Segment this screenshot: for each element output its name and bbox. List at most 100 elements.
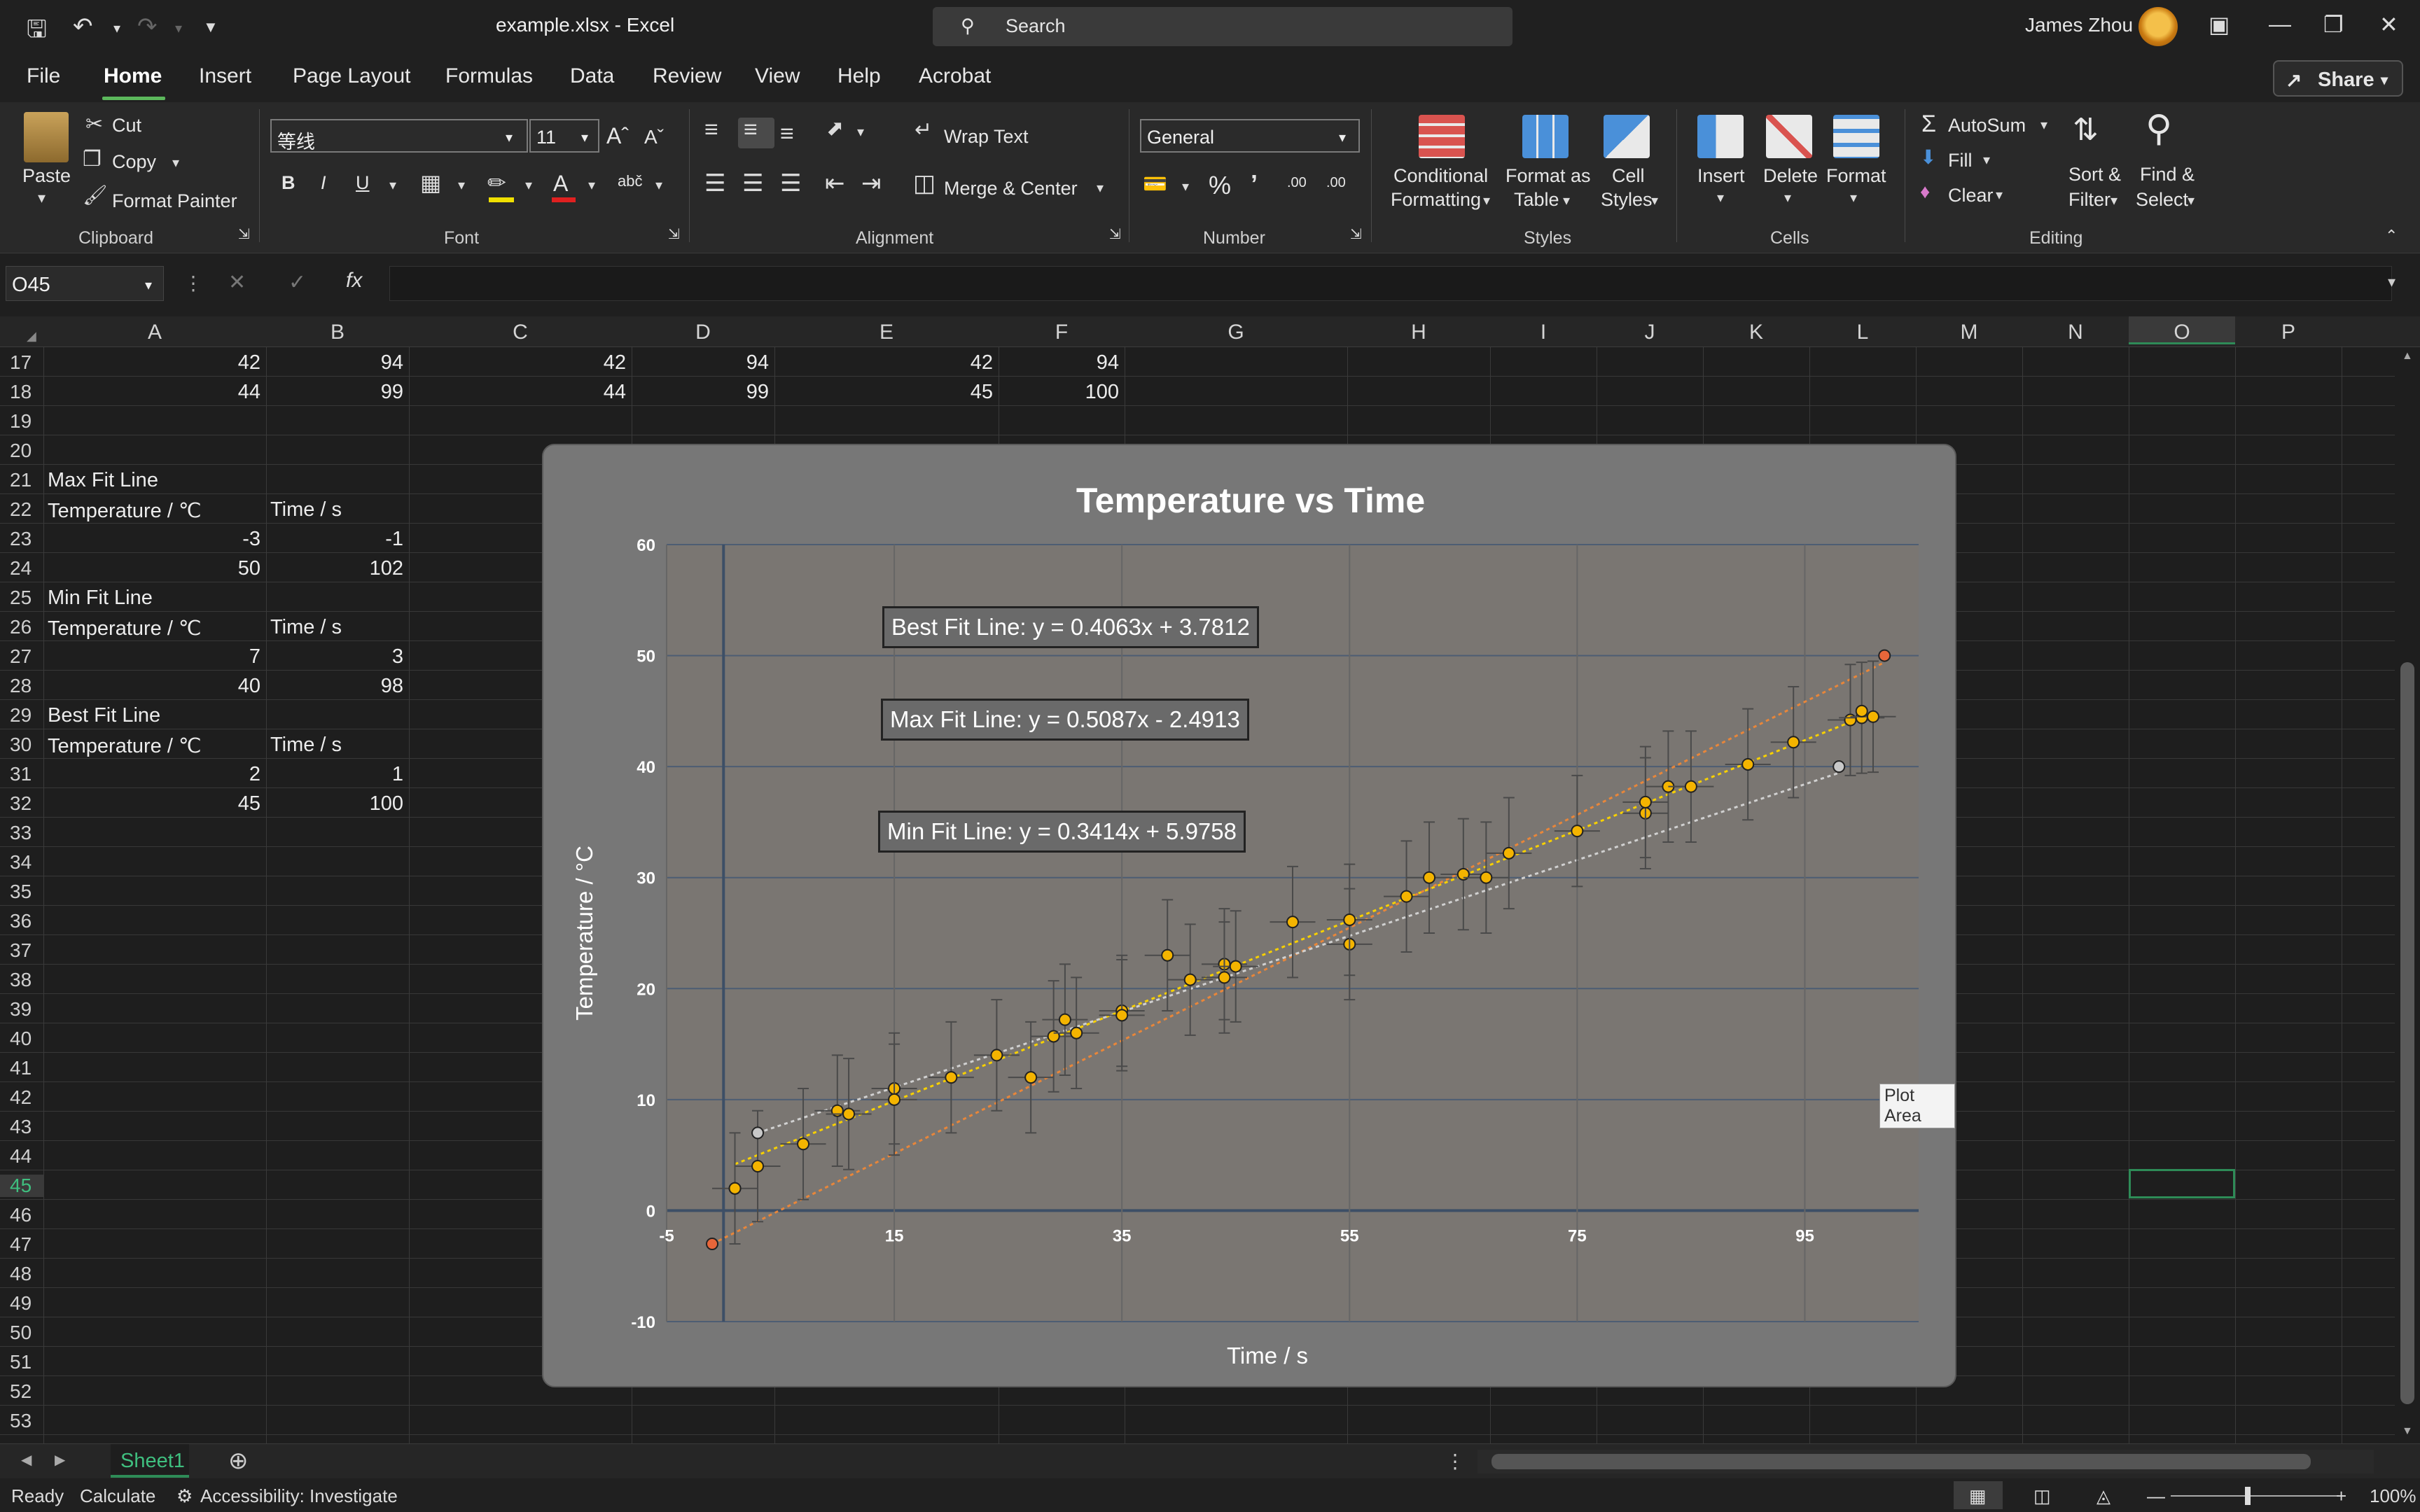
data-point[interactable] xyxy=(1115,1009,1129,1022)
row-header[interactable]: 26 xyxy=(0,616,43,638)
tab-formulas[interactable]: Formulas xyxy=(445,64,533,88)
cell-b24[interactable]: 102 xyxy=(280,557,403,580)
data-point[interactable] xyxy=(842,1107,856,1121)
accessibility-status[interactable]: Accessibility: Investigate xyxy=(200,1485,398,1507)
chevron-down-icon[interactable]: ▾ xyxy=(1483,192,1490,209)
data-point[interactable] xyxy=(1400,890,1413,903)
delete-cells-icon[interactable] xyxy=(1766,115,1812,158)
italic-icon[interactable]: I xyxy=(321,172,326,194)
search-box[interactable]: ⚲ Search xyxy=(933,7,1512,46)
data-point[interactable] xyxy=(1502,846,1515,860)
format-as-table-button[interactable]: Format as xyxy=(1505,165,1591,187)
row-header[interactable]: 37 xyxy=(0,939,43,962)
cell-b22[interactable]: Time / s xyxy=(270,498,342,522)
row-header[interactable]: 30 xyxy=(0,734,43,756)
best-fit-equation-label[interactable]: Best Fit Line: y = 0.4063x + 3.7812 xyxy=(882,606,1259,648)
copy-dropdown-icon[interactable]: ▾ xyxy=(172,154,179,172)
select-all-icon[interactable]: ◢ xyxy=(27,329,36,344)
name-box[interactable]: O45 ▾ xyxy=(6,266,164,301)
merge-center-icon[interactable]: ◫ xyxy=(913,169,936,197)
decrease-indent-icon[interactable]: ⇤ xyxy=(825,169,845,197)
data-point[interactable] xyxy=(1571,825,1584,838)
cell-e17[interactable]: 42 xyxy=(868,351,993,374)
column-header-o[interactable]: O xyxy=(2129,316,2235,344)
conditional-formatting-button[interactable]: Conditional xyxy=(1393,165,1488,187)
row-header[interactable]: 48 xyxy=(0,1263,43,1285)
zoom-slider[interactable] xyxy=(2171,1495,2339,1497)
tab-insert[interactable]: Insert xyxy=(199,64,251,88)
data-point[interactable] xyxy=(1423,871,1436,884)
delete-button[interactable]: Delete xyxy=(1763,165,1818,187)
cell-a24[interactable]: 50 xyxy=(140,557,260,580)
cell-f18[interactable]: 100 xyxy=(1008,381,1119,404)
merge-dropdown-icon[interactable]: ▾ xyxy=(1097,179,1104,197)
cell-b28[interactable]: 98 xyxy=(280,675,403,698)
cell-b32[interactable]: 100 xyxy=(280,792,403,816)
accessibility-icon[interactable]: ⚙ xyxy=(176,1485,193,1507)
zoom-out-icon[interactable]: — xyxy=(2147,1485,2165,1507)
row-header[interactable]: 46 xyxy=(0,1204,43,1226)
cell-b18[interactable]: 99 xyxy=(280,381,403,404)
column-header-p[interactable]: P xyxy=(2235,321,2342,344)
data-point[interactable] xyxy=(1855,704,1868,718)
cell-a28[interactable]: 40 xyxy=(140,675,260,698)
data-point[interactable] xyxy=(1787,736,1800,749)
row-header[interactable]: 39 xyxy=(0,998,43,1021)
tab-file[interactable]: File xyxy=(27,64,60,88)
vertical-scrollbar[interactable]: ▲ ▼ xyxy=(2395,347,2420,1443)
clipboard-launcher-icon[interactable]: ⇲ xyxy=(238,225,250,243)
font-launcher-icon[interactable]: ⇲ xyxy=(668,225,680,243)
scroll-down-icon[interactable]: ▼ xyxy=(2402,1425,2413,1438)
chevron-down-icon[interactable]: ▾ xyxy=(1784,189,1791,206)
data-point[interactable] xyxy=(990,1049,1003,1062)
chevron-down-icon[interactable]: ▾ xyxy=(1563,192,1570,209)
data-point[interactable] xyxy=(1070,1026,1083,1040)
column-header-i[interactable]: I xyxy=(1490,321,1597,344)
scatter-chart[interactable]: -10 0 10 20 30 40 50 60 -5 15 35 55 75 95 Temperature … xyxy=(543,445,1958,1389)
chart-object[interactable]: -10 0 10 20 30 40 50 60 -5 15 35 55 75 95 Temperature … xyxy=(542,444,1956,1387)
font-name-select[interactable]: 等线 ▾ xyxy=(270,119,528,153)
row-header[interactable]: 40 xyxy=(0,1028,43,1050)
column-header-l[interactable]: L xyxy=(1809,321,1916,344)
cell-a26[interactable]: Temperature / ℃ xyxy=(48,616,202,640)
copy-button[interactable]: Copy xyxy=(112,151,156,173)
cell-a23[interactable]: -3 xyxy=(140,528,260,551)
underline-icon[interactable]: U xyxy=(356,172,370,194)
tab-view[interactable]: View xyxy=(755,64,800,88)
data-point[interactable] xyxy=(1343,913,1356,926)
merge-center-button[interactable]: Merge & Center xyxy=(944,178,1078,200)
paste-dropdown-icon[interactable]: ▾ xyxy=(38,189,46,207)
cut-icon[interactable]: ✂ xyxy=(85,112,103,136)
row-header[interactable]: 50 xyxy=(0,1322,43,1344)
fill-button[interactable]: Fill xyxy=(1948,150,1973,172)
alignment-launcher-icon[interactable]: ⇲ xyxy=(1109,225,1121,243)
more-options-icon[interactable]: ⋮ xyxy=(183,272,203,295)
row-header[interactable]: 31 xyxy=(0,763,43,785)
fill-icon[interactable]: ⬇ xyxy=(1920,146,1936,169)
tab-home[interactable]: Home xyxy=(104,64,162,88)
row-header[interactable]: 29 xyxy=(0,704,43,727)
row-header[interactable]: 17 xyxy=(0,351,43,374)
data-point[interactable] xyxy=(1229,960,1242,973)
clear-button[interactable]: Clear xyxy=(1948,185,1994,206)
insert-button[interactable]: Insert xyxy=(1697,165,1745,187)
insert-function-icon[interactable]: fx xyxy=(346,269,362,293)
tab-data[interactable]: Data xyxy=(570,64,614,88)
chevron-down-icon[interactable]: ▾ xyxy=(1717,189,1724,206)
row-header[interactable]: 21 xyxy=(0,469,43,491)
autosum-button[interactable]: AutoSum xyxy=(1948,115,2026,136)
number-launcher-icon[interactable]: ⇲ xyxy=(1350,225,1362,243)
data-point[interactable] xyxy=(1286,916,1299,929)
row-header[interactable]: 27 xyxy=(0,645,43,668)
decrease-decimal-icon[interactable]: .00 xyxy=(1326,175,1346,191)
data-point[interactable] xyxy=(888,1093,901,1106)
chevron-down-icon[interactable]: ▾ xyxy=(1651,192,1658,209)
data-point[interactable] xyxy=(1183,973,1197,986)
column-header-d[interactable]: D xyxy=(632,321,774,344)
accounting-format-icon[interactable]: 💳 xyxy=(1143,172,1167,195)
row-header[interactable]: 36 xyxy=(0,910,43,932)
cell-a25[interactable]: Min Fit Line xyxy=(48,587,153,610)
share-button[interactable]: ↗ Share ▾ xyxy=(2273,60,2403,97)
horizontal-scrollbar[interactable] xyxy=(1477,1450,2374,1474)
orientation-icon[interactable]: ⬈ xyxy=(826,116,844,141)
